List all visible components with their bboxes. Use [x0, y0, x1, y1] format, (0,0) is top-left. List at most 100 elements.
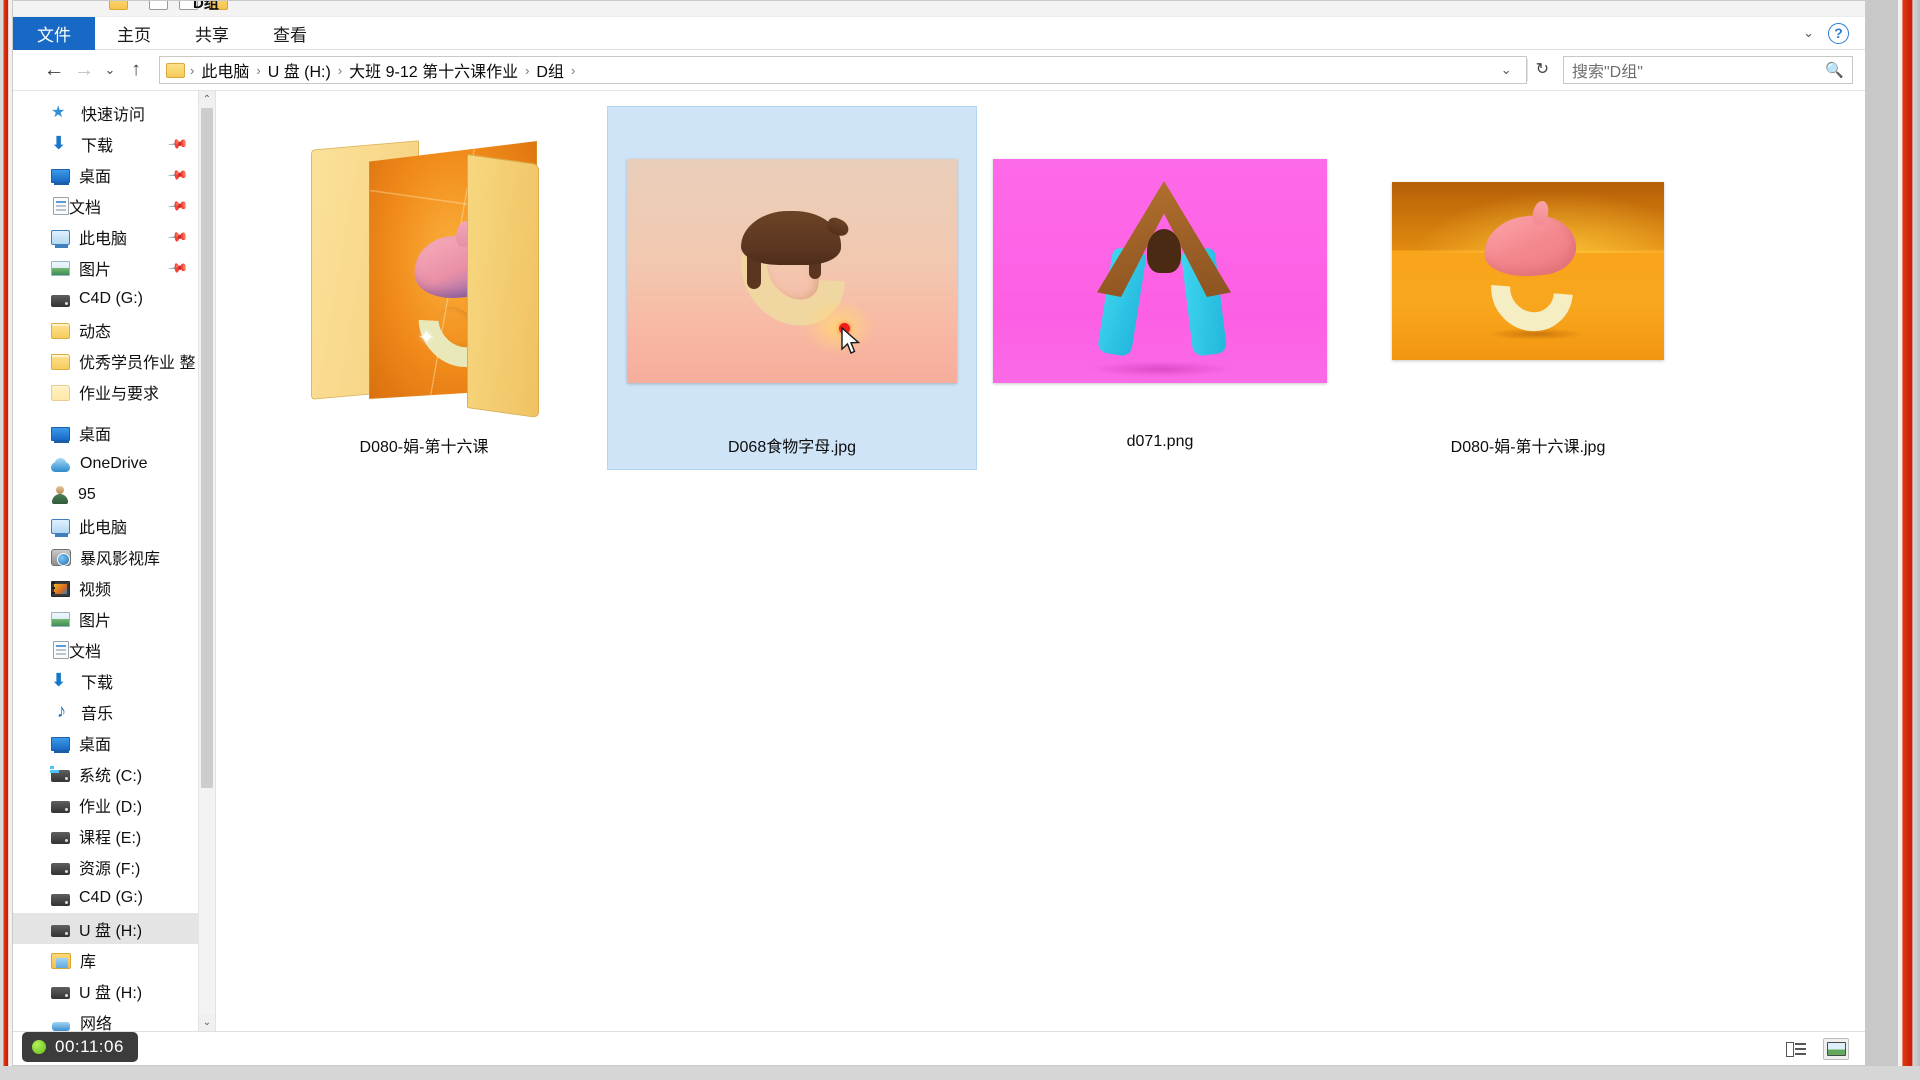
breadcrumb-item-2[interactable]: 大班 9-12 第十六课作业	[343, 58, 524, 82]
minimize-button[interactable]	[1731, 1, 1777, 12]
file-name-label: D080-娟-第十六课	[359, 439, 489, 456]
sidebar-item-c4d-g-[interactable]: C4D (G:)	[13, 882, 215, 913]
pictures-icon	[51, 612, 70, 627]
scrollbar-thumb[interactable]	[201, 108, 213, 788]
sidebar-item--[interactable]: 视频	[13, 572, 215, 603]
sidebar-item--[interactable]: 暴风影视库	[13, 541, 215, 572]
search-icon[interactable]: 🔍	[1825, 61, 1844, 79]
sidebar-item--[interactable]: 文档 📌	[13, 190, 215, 221]
details-view-button[interactable]	[1783, 1038, 1809, 1060]
sidebar-item--[interactable]: 图片 📌	[13, 252, 215, 283]
sidebar-item-onedrive[interactable]: OneDrive	[13, 448, 215, 479]
tab-view[interactable]: 查看	[251, 17, 329, 50]
search-input[interactable]: 搜索"D组"	[1572, 58, 1643, 82]
sidebar-item--e-[interactable]: 课程 (E:)	[13, 820, 215, 851]
breadcrumb-item-1[interactable]: U 盘 (H:)	[262, 58, 337, 82]
file-item-jpg[interactable]: D080-娟-第十六课.jpg	[1344, 107, 1712, 469]
breadcrumb-separator: ›	[570, 62, 576, 78]
sidebar-item--[interactable]: ♪ 音乐	[13, 696, 215, 727]
sidebar-item--[interactable]: 此电脑	[13, 510, 215, 541]
sidebar-item-95[interactable]: 95	[13, 479, 215, 510]
quick-access-folder-icon[interactable]	[109, 1, 128, 10]
chocolate-glaze	[741, 211, 841, 265]
sidebar-item--[interactable]: ★ 快速访问	[13, 97, 215, 128]
quick-access-properties-icon[interactable]	[149, 1, 168, 10]
file-item-folder[interactable]: ✦ ✦ ✦ D080-娟-第十六课	[240, 107, 608, 469]
scroll-up-arrow[interactable]: ⌃	[199, 91, 215, 108]
sidebar-item--[interactable]: 网络	[13, 1006, 215, 1031]
recording-border-left	[0, 0, 12, 1080]
chevron-down-icon[interactable]: ⌄	[1803, 25, 1814, 41]
thumbnail-view-button[interactable]	[1823, 1037, 1849, 1060]
sidebar-item-label: 图片	[79, 261, 112, 279]
sidebar-item--[interactable]: 文档	[13, 634, 215, 665]
pin-icon[interactable]: 📌	[167, 195, 189, 217]
tab-home[interactable]: 主页	[95, 17, 173, 50]
back-button[interactable]: ←	[39, 55, 69, 85]
sidebar-item--[interactable]: 此电脑 📌	[13, 221, 215, 252]
close-button[interactable]	[1823, 1, 1865, 12]
download-icon: ⬇	[51, 670, 67, 690]
sidebar-item--[interactable]: ⬇ 下载 📌	[13, 128, 215, 159]
refresh-button[interactable]: ↻	[1526, 59, 1557, 81]
sidebar-item--[interactable]: 作业与要求	[13, 376, 215, 407]
sidebar-item--[interactable]: 桌面	[13, 417, 215, 448]
scroll-down-arrow[interactable]: ⌄	[199, 1014, 215, 1031]
forward-button[interactable]: →	[69, 55, 99, 85]
title-bar: D组	[13, 1, 1865, 17]
sidebar-item-u-h-[interactable]: U 盘 (H:)	[13, 913, 215, 944]
pin-icon[interactable]: 📌	[167, 226, 189, 248]
sidebar-item-label: 资源 (F:)	[79, 860, 141, 878]
sidebar-item-label: 课程 (E:)	[79, 829, 142, 847]
sidebar-item-label: 图片	[79, 612, 112, 630]
sidebar-item--[interactable]: ⬇ 下载	[13, 665, 215, 696]
breadcrumb-item-0[interactable]: 此电脑	[195, 58, 255, 82]
image-thumbnail	[618, 115, 966, 427]
maximize-button[interactable]	[1777, 1, 1823, 12]
sidebar-item--c-[interactable]: 系统 (C:)	[13, 758, 215, 789]
pictures-icon	[51, 261, 70, 276]
search-box[interactable]: 搜索"D组" 🔍	[1563, 56, 1853, 84]
help-icon[interactable]: ?	[1828, 22, 1849, 44]
file-item-png[interactable]: d071.png	[976, 107, 1344, 463]
document-icon	[53, 197, 69, 215]
ribbon-right-controls: ⌄ ?	[1803, 17, 1865, 49]
file-item-selected[interactable]: D068食物字母.jpg	[607, 106, 977, 470]
ribbon-tab-bar: 文件 主页 共享 查看 ⌄ ?	[13, 17, 1865, 50]
sidebar-item--f-[interactable]: 资源 (F:)	[13, 851, 215, 882]
sidebar-item--[interactable]: 桌面 📌	[13, 159, 215, 190]
navigation-scrollbar[interactable]: ⌃ ⌄	[198, 91, 215, 1031]
sidebar-item-label: 95	[78, 485, 96, 503]
address-dropdown-icon[interactable]: ⌄	[1491, 62, 1522, 78]
sidebar-item--[interactable]: 优秀学员作业 整	[13, 345, 215, 376]
sidebar-item-u-h-[interactable]: U 盘 (H:)	[13, 975, 215, 1006]
breadcrumb-item-3[interactable]: D组	[530, 58, 570, 82]
desktop-icon	[51, 737, 70, 753]
pin-icon[interactable]: 📌	[167, 164, 189, 186]
tab-file[interactable]: 文件	[13, 17, 95, 50]
sidebar-item--[interactable]: 图片	[13, 603, 215, 634]
music-icon: ♪	[56, 701, 67, 722]
sidebar-item-c4d-g-[interactable]: C4D (G:)	[13, 283, 215, 314]
address-bar[interactable]: › 此电脑 › U 盘 (H:) › 大班 9-12 第十六课作业 › D组 ›…	[159, 56, 1527, 84]
library-icon	[51, 952, 71, 969]
sidebar-item--[interactable]: 桌面	[13, 727, 215, 758]
sidebar-item-label: U 盘 (H:)	[79, 922, 143, 940]
recording-timer[interactable]: 00:11:06	[22, 1032, 138, 1062]
folder-icon	[51, 322, 70, 339]
pin-icon[interactable]: 📌	[167, 133, 189, 155]
sidebar-item-label: 暴风影视库	[80, 550, 161, 568]
sidebar-item-label: 网络	[80, 1015, 113, 1032]
up-button[interactable]: ↑	[121, 55, 151, 85]
sidebar-item--d-[interactable]: 作业 (D:)	[13, 789, 215, 820]
sidebar-item--[interactable]: 动态	[13, 314, 215, 345]
folder-front-flap	[467, 153, 539, 419]
recent-locations-icon[interactable]: ⌄	[99, 55, 121, 85]
sidebar-item-label: 桌面	[79, 736, 112, 754]
pin-icon[interactable]: 📌	[167, 257, 189, 279]
file-list-area[interactable]: ✦ ✦ ✦ D080-娟-第十六课	[216, 91, 1865, 1031]
tab-share[interactable]: 共享	[173, 17, 251, 50]
sidebar-item--[interactable]: 库	[13, 944, 215, 975]
file-name-label: D068食物字母.jpg	[727, 439, 857, 456]
sidebar-item-label: 下载	[81, 674, 114, 692]
